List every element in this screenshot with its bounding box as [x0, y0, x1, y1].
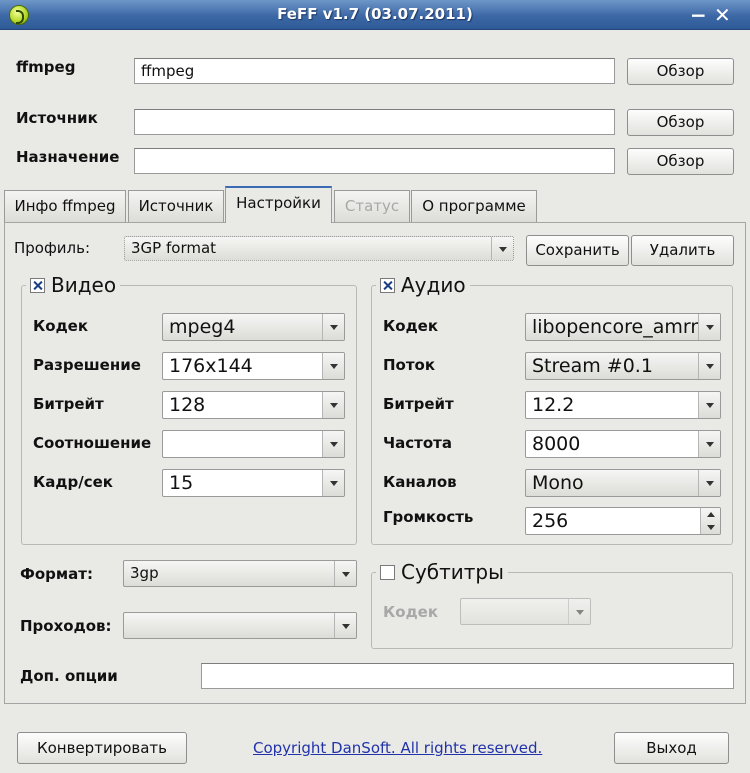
minimize-icon[interactable]: −	[690, 4, 707, 26]
video-aspect-label: Соотношение	[33, 434, 152, 452]
tab-source[interactable]: Источник	[128, 190, 224, 222]
chevron-down-icon	[334, 561, 356, 586]
chevron-down-icon	[322, 431, 344, 457]
source-label: Источник	[16, 109, 98, 127]
chevron-down-icon	[698, 314, 720, 340]
browse-source-button[interactable]: Обзор	[627, 109, 734, 136]
title-bar: FeFF v1.7 (03.07.2011) − ✕	[0, 0, 750, 30]
audio-codec-label: Кодек	[383, 317, 439, 335]
subtitles-codec-label: Кодек	[383, 603, 439, 621]
audio-channels-label: Каналов	[383, 473, 457, 491]
video-bitrate-combo[interactable]: 128	[162, 391, 345, 419]
subtitles-codec-select	[460, 598, 591, 625]
audio-bitrate-label: Битрейт	[383, 395, 454, 413]
audio-stream-label: Поток	[383, 356, 436, 374]
chevron-down-icon	[322, 392, 344, 418]
browse-destination-button[interactable]: Обзор	[627, 148, 734, 175]
chevron-down-icon	[698, 392, 720, 418]
video-fps-label: Кадр/сек	[33, 473, 113, 491]
tab-about[interactable]: О программе	[411, 190, 537, 222]
browse-ffmpeg-button[interactable]: Обзор	[627, 58, 734, 85]
ffmpeg-label: ffmpeg	[16, 58, 76, 76]
chevron-down-icon	[322, 314, 344, 340]
audio-rate-combo[interactable]: 8000	[525, 430, 721, 458]
audio-group-title[interactable]: Аудио	[376, 273, 470, 297]
chevron-down-icon	[334, 613, 356, 638]
video-codec-label: Кодек	[33, 317, 89, 335]
window-title: FeFF v1.7 (03.07.2011)	[277, 5, 473, 23]
chevron-down-icon	[322, 353, 344, 379]
profile-label: Профиль:	[14, 239, 91, 257]
profile-value: 3GP format	[131, 239, 217, 257]
video-group-title[interactable]: Видео	[26, 273, 121, 297]
passes-select[interactable]	[123, 612, 357, 639]
source-path-input[interactable]	[134, 109, 615, 135]
destination-label: Назначение	[16, 148, 120, 166]
chevron-down-icon	[322, 470, 344, 496]
subtitles-group-title[interactable]: Субтитры	[376, 560, 508, 584]
exit-button[interactable]: Выход	[614, 732, 729, 764]
audio-volume-spinbox[interactable]: 256	[525, 507, 721, 535]
chevron-down-icon	[698, 431, 720, 457]
chevron-down-icon	[698, 353, 720, 379]
ffmpeg-path-input[interactable]: ffmpeg	[134, 58, 615, 84]
video-resolution-combo[interactable]: 176x144	[162, 352, 345, 380]
spin-arrows-icon[interactable]	[700, 508, 720, 534]
passes-label: Проходов:	[20, 617, 112, 635]
extra-options-label: Доп. опции	[20, 667, 118, 685]
subtitles-checkbox[interactable]	[380, 565, 395, 580]
video-codec-select[interactable]: mpeg4	[162, 313, 345, 341]
save-profile-button[interactable]: Сохранить	[526, 235, 629, 266]
profile-select[interactable]: 3GP format	[124, 236, 514, 261]
audio-volume-label: Громкость	[383, 508, 474, 526]
audio-codec-select[interactable]: libopencore_amrnb	[525, 313, 721, 341]
video-resolution-label: Разрешение	[33, 356, 141, 374]
delete-profile-button[interactable]: Удалить	[631, 235, 734, 266]
audio-bitrate-combo[interactable]: 12.2	[525, 391, 721, 419]
audio-rate-label: Частота	[383, 434, 452, 452]
extra-options-input[interactable]	[201, 663, 734, 689]
audio-channels-select[interactable]: Mono	[525, 469, 721, 497]
tab-status: Статус	[334, 190, 410, 222]
chevron-down-icon	[568, 599, 590, 624]
tab-settings[interactable]: Настройки	[225, 186, 332, 223]
chevron-down-icon	[491, 237, 513, 260]
video-fps-combo[interactable]: 15	[162, 469, 345, 497]
destination-path-input[interactable]	[134, 148, 615, 174]
convert-button[interactable]: Конвертировать	[17, 732, 187, 764]
video-bitrate-label: Битрейт	[33, 395, 104, 413]
tab-ffmpeg-info[interactable]: Инфо ffmpeg	[4, 190, 126, 222]
audio-stream-select[interactable]: Stream #0.1	[525, 352, 721, 380]
video-aspect-combo[interactable]	[162, 430, 345, 458]
copyright-link[interactable]: Copyright DanSoft. All rights reserved.	[253, 739, 542, 757]
close-icon[interactable]: ✕	[714, 4, 731, 26]
audio-checkbox[interactable]	[380, 278, 395, 293]
chevron-down-icon	[698, 470, 720, 496]
format-select[interactable]: 3gp	[123, 560, 357, 587]
video-checkbox[interactable]	[30, 278, 45, 293]
format-label: Формат:	[20, 565, 93, 583]
